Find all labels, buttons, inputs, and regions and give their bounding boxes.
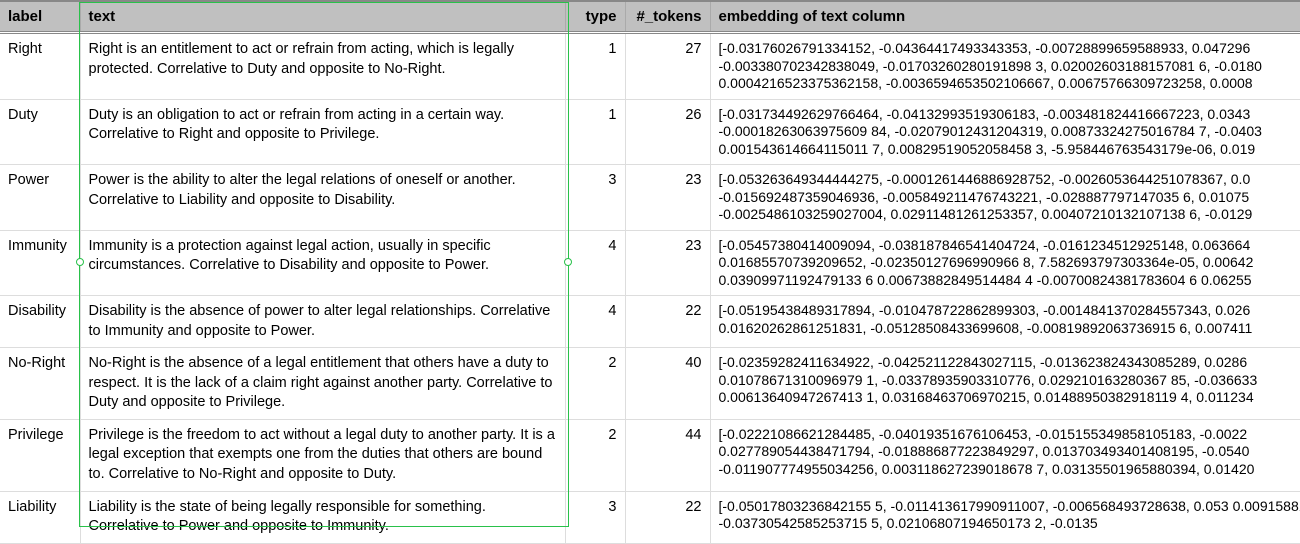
cell-embedding[interactable]: [-0.053263649344444275, -0.0001261446886… — [710, 165, 1300, 231]
table-row[interactable]: PowerPower is the ability to alter the l… — [0, 165, 1300, 231]
cell-tokens[interactable]: 23 — [625, 230, 710, 296]
cell-type[interactable]: 4 — [565, 230, 625, 296]
cell-embedding[interactable]: [-0.02359282411634922, -0.04252112284302… — [710, 348, 1300, 420]
col-header-tokens[interactable]: #_tokens — [625, 1, 710, 33]
cell-label[interactable]: Liability — [0, 491, 80, 543]
table-row[interactable]: RightRight is an entitlement to act or r… — [0, 33, 1300, 100]
cell-tokens[interactable]: 44 — [625, 419, 710, 491]
col-header-type[interactable]: type — [565, 1, 625, 33]
cell-text[interactable]: Liability is the state of being legally … — [80, 491, 565, 543]
cell-tokens[interactable]: 23 — [625, 165, 710, 231]
cell-embedding[interactable]: [-0.03176026791334152, -0.04364417493343… — [710, 33, 1300, 100]
cell-tokens[interactable]: 22 — [625, 491, 710, 543]
cell-type[interactable]: 2 — [565, 348, 625, 420]
cell-label[interactable]: Power — [0, 165, 80, 231]
table-row[interactable]: DisabilityDisability is the absence of p… — [0, 296, 1300, 348]
cell-embedding[interactable]: [-0.02221086621284485, -0.04019351676106… — [710, 419, 1300, 491]
cell-text[interactable]: Disability is the absence of power to al… — [80, 296, 565, 348]
cell-text[interactable]: Power is the ability to alter the legal … — [80, 165, 565, 231]
cell-label[interactable]: No-Right — [0, 348, 80, 420]
cell-type[interactable]: 1 — [565, 33, 625, 100]
cell-type[interactable]: 1 — [565, 99, 625, 165]
cell-type[interactable]: 3 — [565, 165, 625, 231]
cell-embedding[interactable]: [-0.05017803236842155 5, -0.011413617990… — [710, 491, 1300, 543]
cell-tokens[interactable]: 40 — [625, 348, 710, 420]
col-header-embedding[interactable]: embedding of text column — [710, 1, 1300, 33]
cell-label[interactable]: Disability — [0, 296, 80, 348]
cell-type[interactable]: 3 — [565, 491, 625, 543]
col-header-label[interactable]: label — [0, 1, 80, 33]
col-header-text[interactable]: text — [80, 1, 565, 33]
table-row[interactable]: ImmunityImmunity is a protection against… — [0, 230, 1300, 296]
cell-embedding[interactable]: [-0.05457380414009094, -0.03818784654140… — [710, 230, 1300, 296]
table-row[interactable]: LiabilityLiability is the state of being… — [0, 491, 1300, 543]
header-row: label text type #_tokens embedding of te… — [0, 1, 1300, 33]
cell-text[interactable]: Privilege is the freedom to act without … — [80, 419, 565, 491]
table-row[interactable]: No-RightNo-Right is the absence of a leg… — [0, 348, 1300, 420]
cell-text[interactable]: Immunity is a protection against legal a… — [80, 230, 565, 296]
cell-tokens[interactable]: 27 — [625, 33, 710, 100]
cell-type[interactable]: 4 — [565, 296, 625, 348]
data-table: label text type #_tokens embedding of te… — [0, 0, 1300, 544]
cell-tokens[interactable]: 22 — [625, 296, 710, 348]
cell-label[interactable]: Right — [0, 33, 80, 100]
cell-tokens[interactable]: 26 — [625, 99, 710, 165]
table-row[interactable]: PrivilegePrivilege is the freedom to act… — [0, 419, 1300, 491]
cell-text[interactable]: Right is an entitlement to act or refrai… — [80, 33, 565, 100]
table-row[interactable]: DutyDuty is an obligation to act or refr… — [0, 99, 1300, 165]
cell-label[interactable]: Duty — [0, 99, 80, 165]
cell-label[interactable]: Immunity — [0, 230, 80, 296]
cell-text[interactable]: No-Right is the absence of a legal entit… — [80, 348, 565, 420]
cell-type[interactable]: 2 — [565, 419, 625, 491]
cell-label[interactable]: Privilege — [0, 419, 80, 491]
cell-embedding[interactable]: [-0.031734492629766464, -0.0413299351930… — [710, 99, 1300, 165]
cell-text[interactable]: Duty is an obligation to act or refrain … — [80, 99, 565, 165]
cell-embedding[interactable]: [-0.05195438489317894, -0.01047872286289… — [710, 296, 1300, 348]
